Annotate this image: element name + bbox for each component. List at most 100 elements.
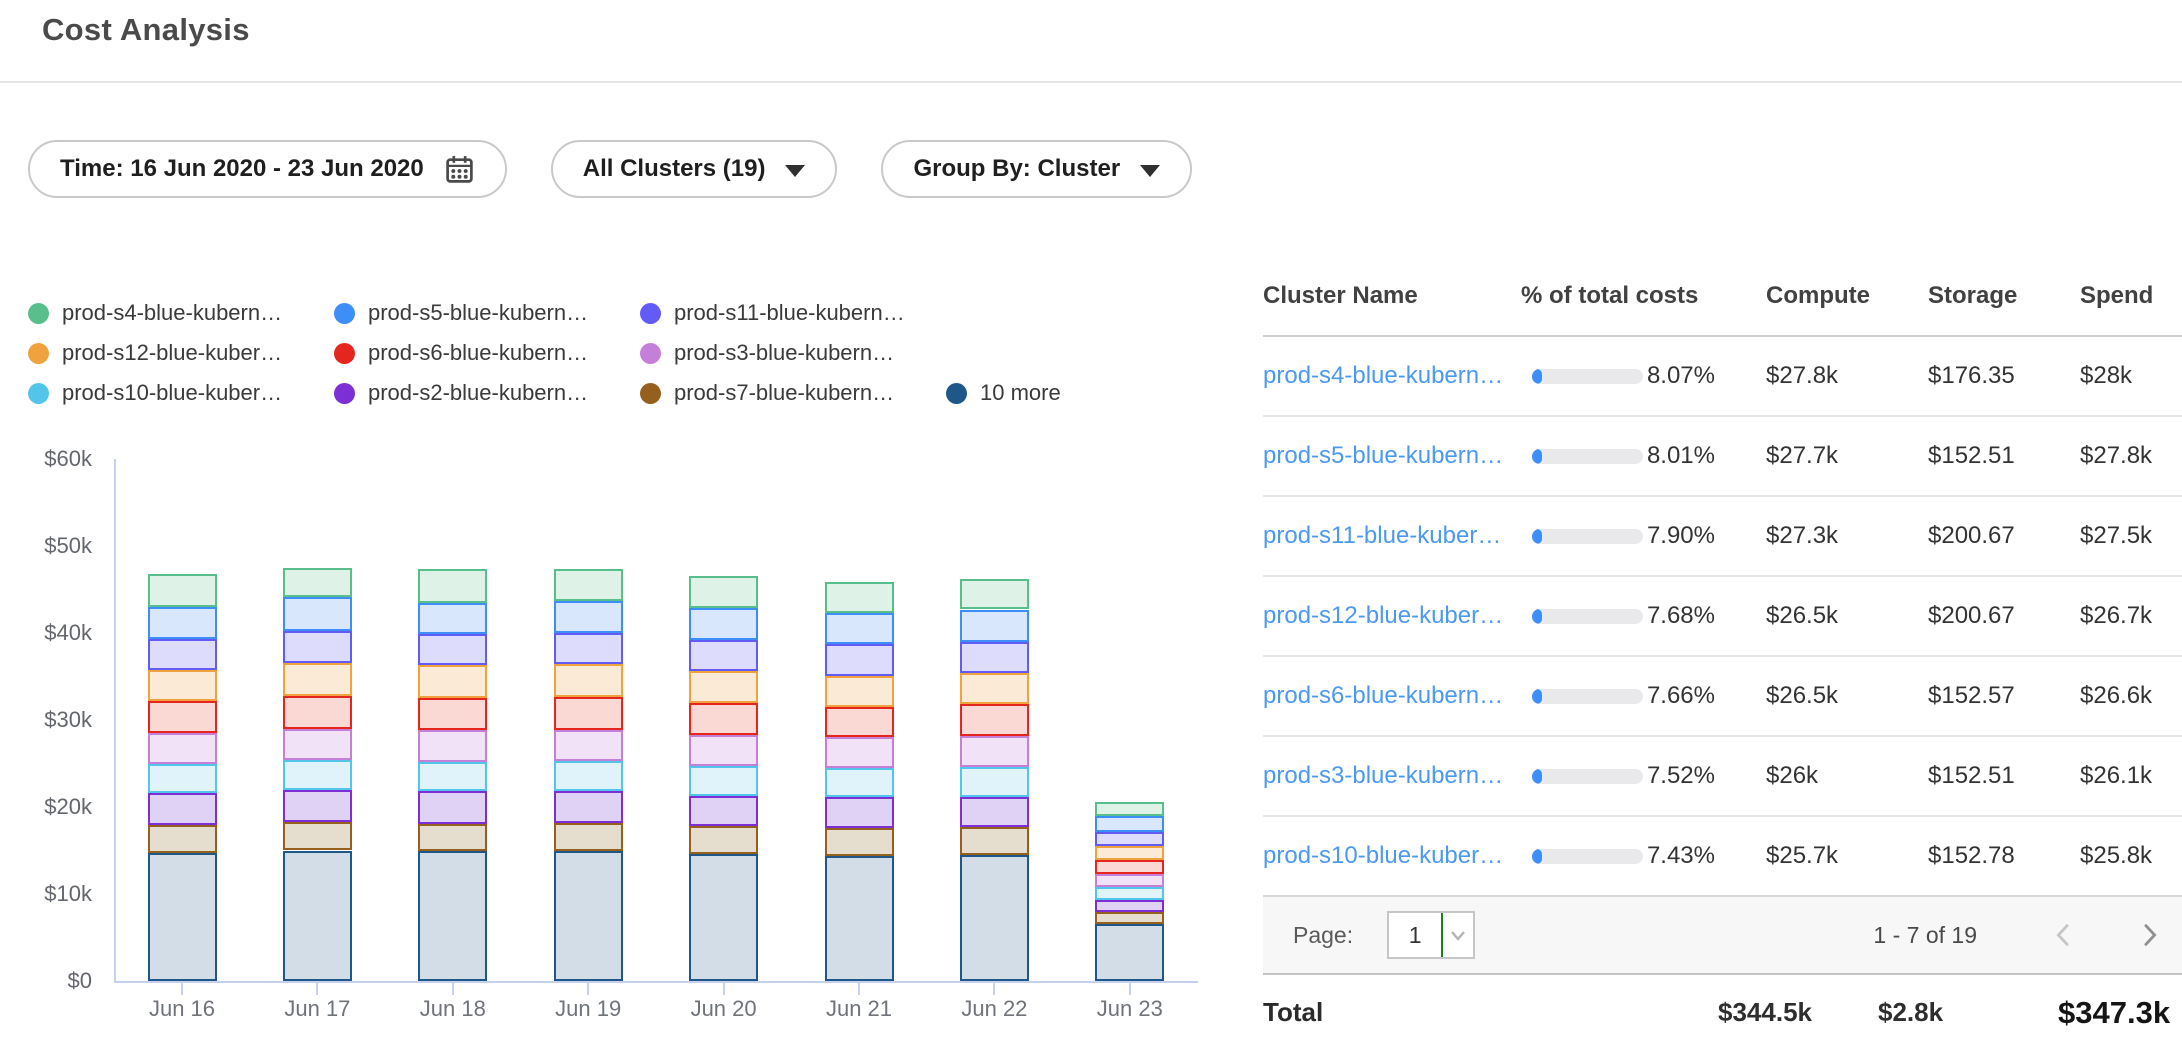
bar-segment-s10-jun-17[interactable] bbox=[283, 760, 352, 790]
cluster-link[interactable]: prod-s6-blue-kubern… bbox=[1263, 682, 1521, 710]
group-by-filter[interactable]: Group By: Cluster bbox=[881, 140, 1192, 198]
bar-segment-s12-jun-21[interactable] bbox=[825, 676, 894, 707]
bar-segment-s7-jun-20[interactable] bbox=[689, 826, 758, 854]
bar-segment-s6-jun-18[interactable] bbox=[418, 698, 487, 729]
bar-segment-s12-jun-20[interactable] bbox=[689, 671, 758, 703]
bar-segment-s12-jun-18[interactable] bbox=[418, 665, 487, 698]
bar-segment-s3-jun-20[interactable] bbox=[689, 735, 758, 766]
bar-segment-more-jun-18[interactable] bbox=[418, 851, 487, 981]
bar-segment-s6-jun-22[interactable] bbox=[960, 704, 1029, 735]
bar-segment-s10-jun-16[interactable] bbox=[148, 764, 217, 793]
bar-segment-s4-jun-22[interactable] bbox=[960, 579, 1029, 609]
bar-segment-s12-jun-17[interactable] bbox=[283, 663, 352, 695]
bar-segment-s11-jun-17[interactable] bbox=[283, 631, 352, 663]
bar-segment-s10-jun-21[interactable] bbox=[825, 768, 894, 798]
bar-segment-s5-jun-18[interactable] bbox=[418, 603, 487, 634]
cluster-link[interactable]: prod-s5-blue-kubern… bbox=[1263, 442, 1521, 470]
bar-segment-s5-jun-16[interactable] bbox=[148, 607, 217, 639]
bar-segment-more-jun-16[interactable] bbox=[148, 853, 217, 981]
bar-segment-s11-jun-22[interactable] bbox=[960, 642, 1029, 673]
bar-segment-s4-jun-17[interactable] bbox=[283, 568, 352, 598]
bar-segment-s11-jun-20[interactable] bbox=[689, 640, 758, 671]
bar-segment-more-jun-19[interactable] bbox=[554, 851, 623, 981]
bar-segment-s11-jun-21[interactable] bbox=[825, 644, 894, 675]
bar-segment-s12-jun-23[interactable] bbox=[1095, 846, 1164, 860]
bar-segment-s3-jun-22[interactable] bbox=[960, 736, 1029, 767]
page-select[interactable]: 1 bbox=[1387, 911, 1475, 959]
bar-segment-s5-jun-23[interactable] bbox=[1095, 816, 1164, 832]
bar-segment-s6-jun-20[interactable] bbox=[689, 703, 758, 734]
bar-segment-s10-jun-19[interactable] bbox=[554, 761, 623, 791]
bar-segment-s4-jun-20[interactable] bbox=[689, 576, 758, 607]
legend-item-s10[interactable]: prod-s10-blue-kuber… bbox=[28, 380, 334, 406]
bar-segment-s4-jun-18[interactable] bbox=[418, 569, 487, 603]
bar-segment-s3-jun-16[interactable] bbox=[148, 733, 217, 764]
bar-segment-s4-jun-16[interactable] bbox=[148, 574, 217, 607]
cluster-link[interactable]: prod-s10-blue-kuber… bbox=[1263, 842, 1521, 870]
bar-segment-s7-jun-22[interactable] bbox=[960, 827, 1029, 855]
legend-item-s4[interactable]: prod-s4-blue-kubern… bbox=[28, 300, 334, 326]
bar-segment-s5-jun-17[interactable] bbox=[283, 597, 352, 631]
cluster-link[interactable]: prod-s12-blue-kuber… bbox=[1263, 602, 1521, 630]
legend-item-s2[interactable]: prod-s2-blue-kubern… bbox=[334, 380, 640, 406]
time-range-filter[interactable]: Time: 16 Jun 2020 - 23 Jun 2020 bbox=[28, 140, 507, 198]
bar-segment-s2-jun-23[interactable] bbox=[1095, 900, 1164, 912]
chevron-left-icon[interactable] bbox=[2049, 920, 2079, 950]
cluster-link[interactable]: prod-s3-blue-kubern… bbox=[1263, 762, 1521, 790]
chevron-right-icon[interactable] bbox=[2134, 920, 2164, 950]
bar-segment-s3-jun-18[interactable] bbox=[418, 730, 487, 762]
bar-segment-more-jun-21[interactable] bbox=[825, 856, 894, 981]
legend-item-s6[interactable]: prod-s6-blue-kubern… bbox=[334, 340, 640, 366]
bar-segment-s6-jun-17[interactable] bbox=[283, 696, 352, 729]
bar-segment-s12-jun-19[interactable] bbox=[554, 664, 623, 697]
bar-segment-s2-jun-21[interactable] bbox=[825, 797, 894, 827]
bar-segment-s5-jun-21[interactable] bbox=[825, 613, 894, 644]
legend-item-s11[interactable]: prod-s11-blue-kubern… bbox=[640, 300, 905, 326]
bar-segment-s11-jun-19[interactable] bbox=[554, 633, 623, 664]
bar-segment-s4-jun-21[interactable] bbox=[825, 582, 894, 613]
bar-segment-more-jun-17[interactable] bbox=[283, 851, 352, 982]
bar-segment-s3-jun-21[interactable] bbox=[825, 737, 894, 767]
bar-segment-s7-jun-18[interactable] bbox=[418, 824, 487, 852]
bar-segment-s2-jun-22[interactable] bbox=[960, 797, 1029, 827]
bar-segment-s5-jun-22[interactable] bbox=[960, 610, 1029, 642]
bar-segment-s2-jun-20[interactable] bbox=[689, 796, 758, 826]
bar-segment-s4-jun-23[interactable] bbox=[1095, 802, 1164, 816]
bar-segment-s2-jun-18[interactable] bbox=[418, 791, 487, 823]
bar-segment-s7-jun-19[interactable] bbox=[554, 823, 623, 852]
bar-segment-s10-jun-22[interactable] bbox=[960, 767, 1029, 797]
bar-segment-s7-jun-23[interactable] bbox=[1095, 912, 1164, 924]
bar-segment-s3-jun-23[interactable] bbox=[1095, 874, 1164, 888]
bar-segment-s3-jun-19[interactable] bbox=[554, 730, 623, 761]
bar-segment-more-jun-22[interactable] bbox=[960, 855, 1029, 981]
bar-segment-s3-jun-17[interactable] bbox=[283, 729, 352, 760]
cluster-link[interactable]: prod-s11-blue-kuber… bbox=[1263, 522, 1521, 550]
legend-item-more[interactable]: 10 more bbox=[946, 380, 1061, 406]
bar-segment-s10-jun-23[interactable] bbox=[1095, 887, 1164, 900]
bar-segment-s7-jun-17[interactable] bbox=[283, 822, 352, 851]
bar-segment-s5-jun-20[interactable] bbox=[689, 608, 758, 640]
cluster-link[interactable]: prod-s4-blue-kubern… bbox=[1263, 362, 1521, 390]
bar-segment-s4-jun-19[interactable] bbox=[554, 569, 623, 600]
legend-item-s7[interactable]: prod-s7-blue-kubern… bbox=[640, 380, 946, 406]
bar-segment-s10-jun-18[interactable] bbox=[418, 762, 487, 792]
clusters-filter[interactable]: All Clusters (19) bbox=[551, 140, 838, 198]
bar-segment-s12-jun-16[interactable] bbox=[148, 670, 217, 701]
legend-item-s12[interactable]: prod-s12-blue-kuber… bbox=[28, 340, 334, 366]
bar-segment-s2-jun-16[interactable] bbox=[148, 793, 217, 825]
bar-segment-s6-jun-23[interactable] bbox=[1095, 860, 1164, 873]
bar-segment-s6-jun-19[interactable] bbox=[554, 697, 623, 729]
bar-segment-s2-jun-19[interactable] bbox=[554, 791, 623, 822]
bar-segment-s2-jun-17[interactable] bbox=[283, 790, 352, 821]
bar-segment-s6-jun-21[interactable] bbox=[825, 707, 894, 737]
bar-segment-s11-jun-18[interactable] bbox=[418, 634, 487, 665]
bar-segment-s10-jun-20[interactable] bbox=[689, 766, 758, 796]
bar-segment-s7-jun-16[interactable] bbox=[148, 825, 217, 853]
bar-segment-more-jun-20[interactable] bbox=[689, 854, 758, 981]
bar-segment-s11-jun-23[interactable] bbox=[1095, 832, 1164, 846]
legend-item-s5[interactable]: prod-s5-blue-kubern… bbox=[334, 300, 640, 326]
bar-segment-s7-jun-21[interactable] bbox=[825, 828, 894, 856]
bar-segment-s12-jun-22[interactable] bbox=[960, 673, 1029, 704]
bar-segment-s11-jun-16[interactable] bbox=[148, 639, 217, 669]
legend-item-s3[interactable]: prod-s3-blue-kubern… bbox=[640, 340, 894, 366]
